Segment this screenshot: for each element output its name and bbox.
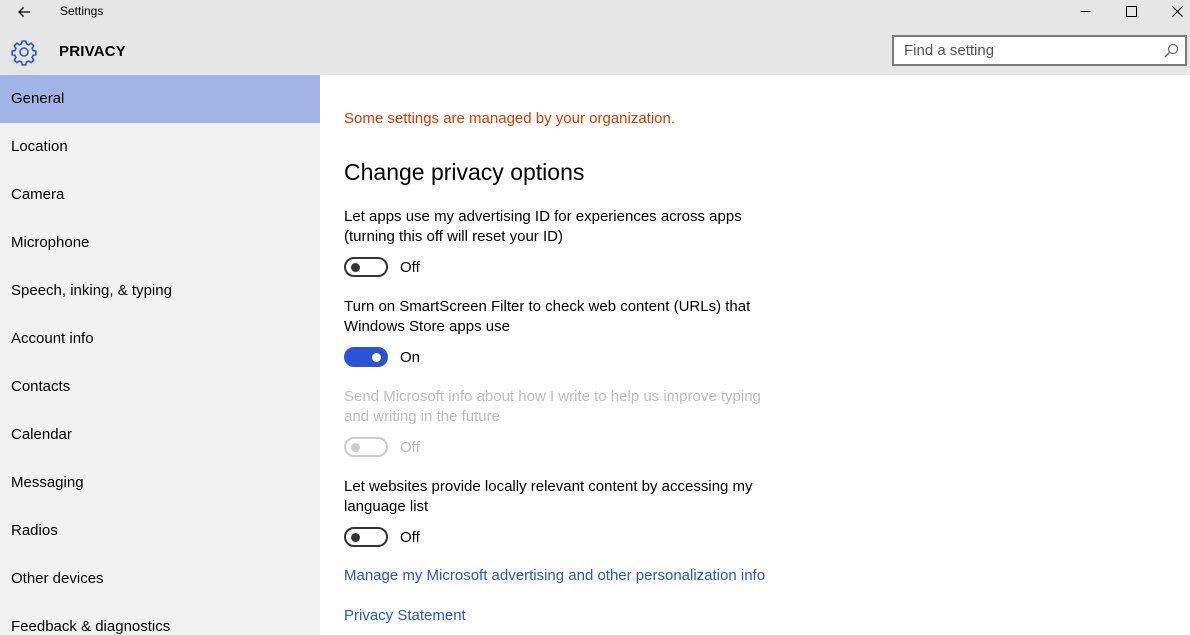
section-title: Change privacy options [344, 159, 585, 185]
setting-advertising-id: Let apps use my advertising ID for exper… [344, 207, 784, 278]
advertising-id-toggle[interactable] [344, 257, 388, 277]
sidebar-item-other-devices[interactable]: Other devices [0, 555, 320, 603]
sidebar-item-feedback-diagnostics[interactable]: Feedback & diagnostics [0, 603, 320, 635]
toggle-knob [351, 533, 360, 542]
toggle-row: Off [344, 526, 784, 548]
setting-label: Send Microsoft info about how I write to… [344, 388, 761, 425]
privacy-statement-link[interactable]: Privacy Statement [344, 607, 466, 624]
toggle-knob [372, 353, 381, 362]
sidebar-item-location[interactable]: Location [0, 123, 320, 171]
main-content: Some settings are managed by your organi… [320, 75, 1190, 635]
language-list-toggle[interactable] [344, 527, 388, 547]
back-button[interactable] [10, 2, 38, 22]
setting-language-list: Let websites provide locally relevant co… [344, 477, 784, 548]
title-bar: Settings PRIVACY [0, 0, 1190, 75]
toggle-knob [351, 263, 360, 272]
toggle-state-label: Off [400, 258, 420, 276]
sidebar: General Location Camera Microphone Speec… [0, 75, 320, 635]
setting-smartscreen: Turn on SmartScreen Filter to check web … [344, 297, 784, 368]
sidebar-item-messaging[interactable]: Messaging [0, 459, 320, 507]
window-title: Settings [60, 4, 104, 18]
minimize-button[interactable] [1062, 0, 1108, 22]
maximize-button[interactable] [1108, 0, 1154, 22]
sidebar-item-calendar[interactable]: Calendar [0, 411, 320, 459]
close-icon [1171, 5, 1183, 17]
typing-info-toggle [344, 437, 388, 457]
toggle-state-label: On [400, 348, 421, 366]
manage-advertising-link[interactable]: Manage my Microsoft advertising and othe… [344, 567, 765, 584]
sidebar-item-microphone[interactable]: Microphone [0, 219, 320, 267]
minimize-icon [1080, 10, 1090, 12]
search-input[interactable] [894, 37, 1144, 64]
setting-label: Let apps use my advertising ID for exper… [344, 208, 742, 245]
page-title: PRIVACY [59, 43, 126, 60]
sidebar-item-general[interactable]: General [0, 75, 320, 123]
setting-label: Turn on SmartScreen Filter to check web … [344, 298, 751, 335]
gear-icon [11, 40, 37, 66]
sidebar-item-speech-inking-typing[interactable]: Speech, inking, & typing [0, 267, 320, 315]
sidebar-item-camera[interactable]: Camera [0, 171, 320, 219]
toggle-knob [351, 443, 360, 452]
toggle-state-label: Off [400, 438, 420, 456]
back-arrow-icon [18, 7, 30, 17]
toggle-state-label: Off [400, 528, 420, 546]
search-icon[interactable] [1164, 43, 1179, 58]
setting-typing-info: Send Microsoft info about how I write to… [344, 387, 784, 458]
sidebar-item-radios[interactable]: Radios [0, 507, 320, 555]
search-box[interactable] [892, 35, 1187, 66]
toggle-row: On [344, 346, 784, 368]
toggle-row: Off [344, 256, 784, 278]
managed-warning: Some settings are managed by your organi… [344, 110, 676, 127]
maximize-icon [1125, 5, 1137, 17]
sidebar-item-contacts[interactable]: Contacts [0, 363, 320, 411]
sidebar-item-account-info[interactable]: Account info [0, 315, 320, 363]
smartscreen-toggle[interactable] [344, 347, 388, 367]
close-button[interactable] [1154, 0, 1190, 22]
setting-label: Let websites provide locally relevant co… [344, 478, 753, 515]
toggle-row: Off [344, 436, 784, 458]
